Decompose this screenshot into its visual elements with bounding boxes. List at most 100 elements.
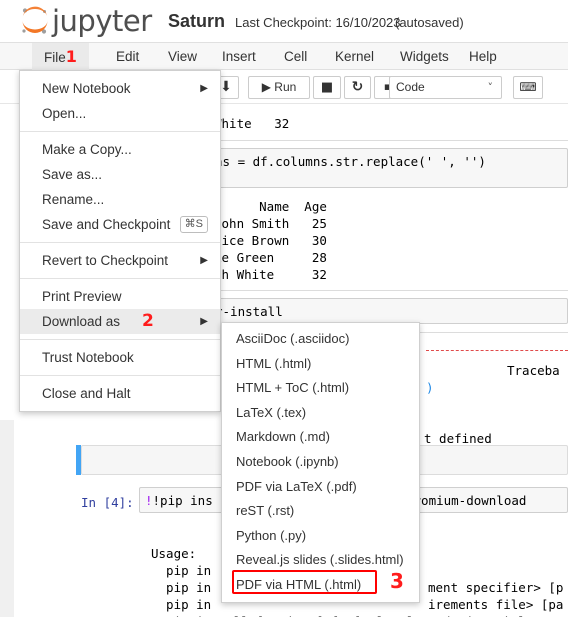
menu-item-label: Download as: [42, 314, 121, 329]
shortcut-badge: ⌘S: [179, 216, 208, 233]
chevron-down-icon: ˅: [487, 81, 494, 94]
output-table-row: John Smith 25: [214, 216, 327, 231]
chevron-right-icon: ▶: [200, 255, 208, 266]
submenu-item-rest[interactable]: reST (.rst): [222, 499, 419, 524]
menu-separator: [20, 278, 220, 279]
notebook-header: jupyter Saturn Last Checkpoint: 16/10/20…: [0, 0, 568, 42]
menu-item-open[interactable]: Open...: [20, 101, 220, 126]
submenu-item-label: PDF via HTML (.html): [236, 576, 362, 592]
annotation-badge-2: 2: [142, 311, 154, 331]
menu-item-trust-notebook[interactable]: Trust Notebook: [20, 345, 220, 370]
menu-separator: [20, 242, 220, 243]
autosaved-label: (autosaved): [395, 15, 464, 30]
code-cell-2[interactable]: r-install: [211, 298, 568, 324]
menu-view-label: View: [168, 49, 198, 64]
menu-separator: [20, 375, 220, 376]
submenu-item-label: HTML (.html): [236, 355, 312, 371]
submenu-item-html-toc[interactable]: HTML + ToC (.html): [222, 376, 419, 401]
menu-kernel[interactable]: Kernel: [323, 43, 386, 70]
restart-circular-arrow-icon[interactable]: ↻: [344, 76, 371, 99]
menu-insert[interactable]: Insert: [210, 43, 268, 70]
menu-help[interactable]: Help: [457, 43, 509, 70]
submenu-item-html[interactable]: HTML (.html): [222, 352, 419, 377]
menu-kernel-label: Kernel: [335, 49, 375, 64]
submenu-item-label: Markdown (.md): [236, 429, 330, 445]
output-table-row: ah White 32: [214, 267, 327, 282]
menu-edit[interactable]: Edit: [104, 43, 151, 70]
menu-widgets[interactable]: Widgets: [388, 43, 461, 70]
cell-type-select[interactable]: Code ˅: [389, 76, 502, 99]
output-table-row: Name Age: [214, 199, 327, 214]
jupyter-logo-icon[interactable]: [18, 4, 52, 38]
menu-edit-label: Edit: [116, 49, 140, 64]
output-table-row: lice Brown 30: [214, 233, 327, 248]
submenu-item-asciidoc[interactable]: AsciiDoc (.asciidoc): [222, 327, 419, 352]
chevron-right-icon: ▶: [200, 83, 208, 94]
file-menu-dropdown[interactable]: New Notebook ▶ Open... Make a Copy... Sa…: [19, 70, 221, 412]
submenu-item-latex[interactable]: LaTeX (.tex): [222, 401, 419, 426]
run-button-label: Run: [274, 80, 297, 94]
menu-insert-label: Insert: [222, 49, 256, 64]
menu-item-make-a-copy[interactable]: Make a Copy...: [20, 137, 220, 162]
submenu-item-notebook[interactable]: Notebook (.ipynb): [222, 450, 419, 475]
submenu-item-python[interactable]: Python (.py): [222, 524, 419, 549]
submenu-item-label: LaTeX (.tex): [236, 404, 307, 420]
code-cell-1-line1: ns = df.columns.str.replace(' ', ''): [215, 154, 486, 169]
menu-item-download-as[interactable]: Download as 2 ▶: [20, 309, 220, 334]
menu-item-label: Trust Notebook: [42, 350, 134, 365]
submenu-item-label: reST (.rst): [236, 503, 295, 519]
menu-item-close-and-halt[interactable]: Close and Halt: [20, 381, 220, 406]
code-cell-4-tail: hromium-download: [406, 493, 527, 508]
menu-item-label: New Notebook: [42, 81, 131, 96]
cell-divider-1: [210, 140, 568, 141]
submenu-item-label: Python (.py): [236, 527, 307, 543]
submenu-item-label: Reveal.js slides (.slides.html): [236, 552, 404, 568]
stop-square-icon[interactable]: ■: [313, 76, 341, 99]
code-cell-1[interactable]: ns = df.columns.str.replace(' ', '') ): [211, 148, 568, 188]
notebook-name[interactable]: Saturn: [168, 10, 225, 32]
chevron-right-icon: ▶: [200, 316, 208, 327]
pip-usage-output-tails: ment specifier> [p irements file> [pa s …: [428, 579, 563, 617]
menu-item-label: Save and Checkpoint: [42, 217, 171, 232]
code-cell-2-text: r-install: [215, 304, 283, 319]
output-table: Name Age John Smith 25 lice Brown 30 ke …: [214, 198, 327, 283]
cell-prompt-in-4: In [4]:: [81, 495, 134, 510]
traceback-label: Traceba: [507, 363, 560, 378]
menu-file[interactable]: File1: [32, 43, 89, 70]
submenu-item-pdf-via-latex[interactable]: PDF via LaTeX (.pdf): [222, 475, 419, 500]
menu-item-save-and-checkpoint[interactable]: Save and Checkpoint ⌘S: [20, 212, 220, 237]
traceback-divider: [426, 350, 568, 351]
menu-view[interactable]: View: [156, 43, 209, 70]
keyboard-icon[interactable]: ⌨: [513, 76, 543, 99]
submenu-item-label: HTML + ToC (.html): [236, 380, 350, 396]
menu-item-label: Make a Copy...: [42, 142, 132, 157]
run-button[interactable]: ▶ Run: [248, 76, 310, 99]
menu-item-label: Print Preview: [42, 289, 122, 304]
menu-cell[interactable]: Cell: [272, 43, 319, 70]
play-icon: ▶: [261, 80, 271, 94]
cell-divider-2: [210, 290, 568, 291]
usage-tail: irements file> [pa: [428, 597, 564, 612]
cell-type-value: Code: [396, 80, 425, 94]
submenu-item-label: AsciiDoc (.asciidoc): [236, 331, 350, 346]
usage-tail: ment specifier> [p: [428, 580, 564, 595]
menu-item-label: Rename...: [42, 192, 105, 207]
submenu-item-label: Notebook (.ipynb): [236, 453, 339, 469]
download-as-submenu[interactable]: AsciiDoc (.asciidoc) HTML (.html) HTML +…: [221, 322, 420, 603]
menu-item-rename[interactable]: Rename...: [20, 187, 220, 212]
submenu-item-markdown[interactable]: Markdown (.md): [222, 425, 419, 450]
menu-item-label: Close and Halt: [42, 386, 131, 401]
menu-item-label: Save as...: [42, 167, 103, 182]
menu-item-save-as[interactable]: Save as...: [20, 162, 220, 187]
menu-separator: [20, 131, 220, 132]
menu-cell-label: Cell: [284, 49, 308, 64]
menu-help-label: Help: [469, 49, 497, 64]
menu-item-print-preview[interactable]: Print Preview: [20, 284, 220, 309]
menu-item-new-notebook[interactable]: New Notebook ▶: [20, 76, 220, 101]
menu-item-label: Revert to Checkpoint: [42, 253, 169, 268]
menu-item-revert-to-checkpoint[interactable]: Revert to Checkpoint ▶: [20, 248, 220, 273]
output-line-white: White 32: [214, 116, 290, 131]
brand-label[interactable]: jupyter: [52, 6, 152, 36]
output-table-row: ke Green 28: [214, 250, 327, 265]
menu-file-label: File: [44, 50, 66, 65]
